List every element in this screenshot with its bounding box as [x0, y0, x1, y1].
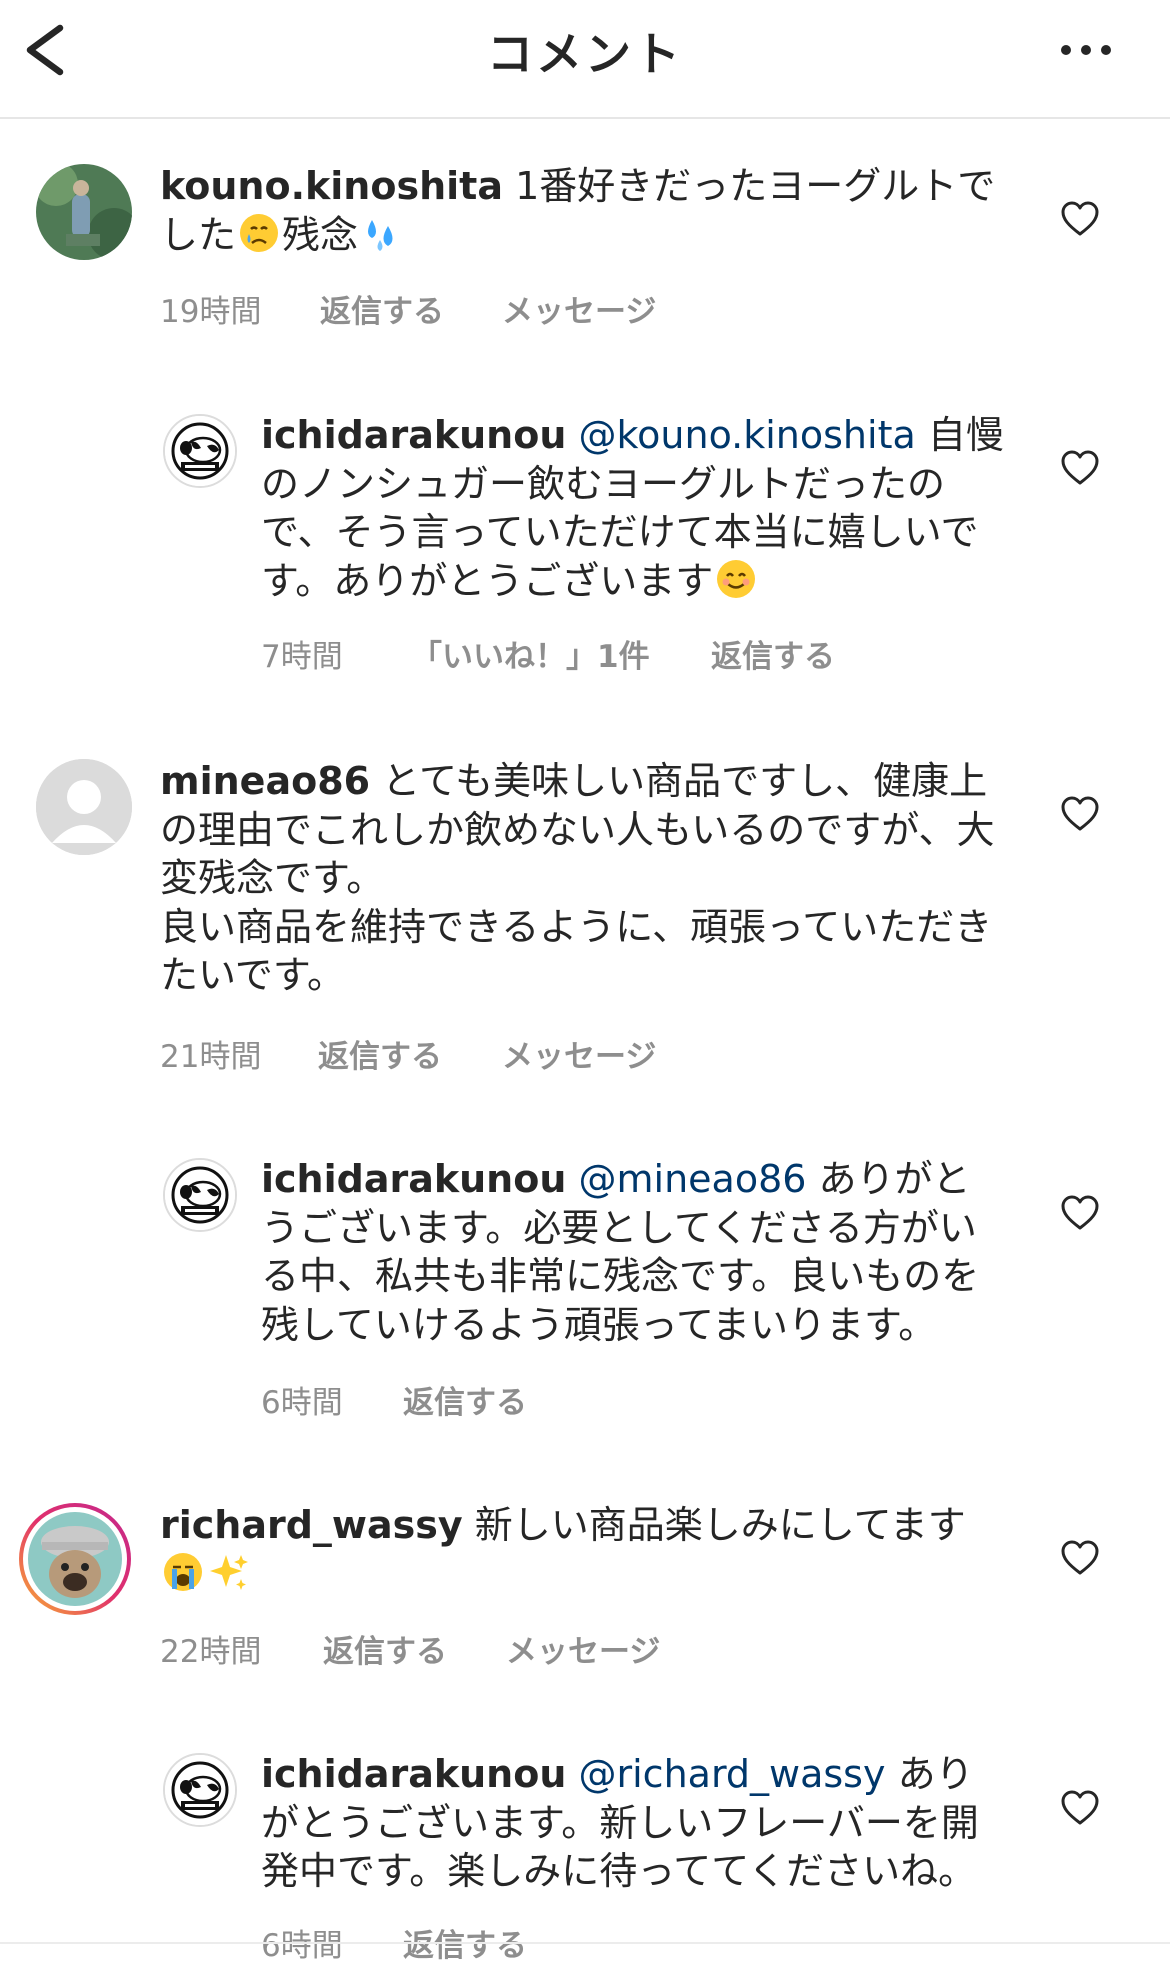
avatar[interactable]: [36, 164, 132, 260]
comment-text: ichidarakunou @richard_wassy ありがとうございます。…: [261, 1750, 1006, 1896]
message-button[interactable]: メッセージ: [506, 1626, 660, 1671]
top-bar: コメント: [0, 0, 1170, 119]
reply-button[interactable]: 返信する: [323, 1626, 447, 1671]
comment-time: 19時間: [160, 294, 262, 330]
mention-link[interactable]: @kouno.kinoshita: [579, 413, 916, 457]
reply-button[interactable]: 返信する: [318, 1031, 442, 1076]
more-options-button[interactable]: [1058, 30, 1118, 70]
comment-text: richard_wassy 新しい商品楽しみにしてます: [160, 1501, 1005, 1598]
mention-link[interactable]: @richard_wassy: [579, 1752, 886, 1796]
smiling-face-icon: [717, 559, 756, 598]
avatar[interactable]: [36, 759, 132, 855]
cow-logo-icon: [165, 1755, 235, 1825]
comment-time: 22時間: [160, 1634, 262, 1670]
sparkles-icon: [210, 1554, 248, 1590]
comment-text: ichidarakunou @mineao86 ありがとうございます。必要として…: [261, 1155, 1006, 1349]
comment-username[interactable]: ichidarakunou: [261, 1157, 566, 1201]
comment-time: 6時間: [261, 1385, 343, 1421]
avatar-photo: [36, 164, 132, 260]
crying-face-icon: [240, 213, 279, 252]
heart-icon[interactable]: [1060, 1193, 1100, 1233]
comment-body-2: 良い商品を維持できるように、頑張っていただきたいです。: [160, 904, 993, 998]
reply-button[interactable]: 返信する: [711, 631, 835, 676]
more-horizontal-icon: [1061, 45, 1111, 55]
avatar-story-ring[interactable]: [19, 1503, 131, 1615]
comment-username[interactable]: mineao86: [160, 759, 370, 803]
heart-icon[interactable]: [1060, 1538, 1100, 1578]
message-button[interactable]: メッセージ: [502, 286, 656, 331]
comment-body: 新しい商品楽しみにしてます: [474, 1503, 966, 1547]
comment-text: ichidarakunou @kouno.kinoshita 自慢のノンシュガー…: [261, 411, 1006, 605]
cow-logo-icon: [165, 416, 235, 486]
comment-username[interactable]: ichidarakunou: [261, 413, 566, 457]
comment-username[interactable]: kouno.kinoshita: [160, 164, 503, 208]
loudly-crying-face-icon: [164, 1552, 202, 1591]
likes-count[interactable]: 「いいね！」1件: [411, 631, 650, 676]
comment-body-2: 残念: [282, 212, 359, 257]
heart-icon[interactable]: [1060, 448, 1100, 488]
default-avatar-icon: [36, 759, 132, 855]
reply-button[interactable]: 返信する: [403, 1377, 527, 1422]
avatar[interactable]: [163, 414, 237, 488]
heart-icon[interactable]: [1060, 1788, 1100, 1828]
cow-logo-icon: [165, 1160, 235, 1230]
heart-icon[interactable]: [1060, 794, 1100, 834]
divider: [0, 1942, 1170, 1944]
avatar[interactable]: [163, 1753, 237, 1827]
mention-link[interactable]: @mineao86: [579, 1157, 807, 1201]
avatar[interactable]: [163, 1158, 237, 1232]
comment-time: 21時間: [160, 1039, 262, 1075]
sweat-droplets-icon: [368, 219, 393, 251]
comment-time: 7時間: [261, 639, 343, 675]
comment-username[interactable]: richard_wassy: [160, 1503, 463, 1547]
comment-text: mineao86 とても美味しい商品ですし、健康上の理由でこれしか飲めない人もい…: [160, 757, 1005, 1000]
dog-avatar-photo: [28, 1512, 122, 1606]
heart-icon[interactable]: [1060, 199, 1100, 239]
comment-text: kouno.kinoshita 1番好きだったヨーグルトでした 残念: [160, 162, 1005, 259]
message-button[interactable]: メッセージ: [502, 1031, 656, 1076]
comment-username[interactable]: ichidarakunou: [261, 1752, 566, 1796]
page-title: コメント: [487, 27, 683, 81]
reply-button[interactable]: 返信する: [320, 286, 444, 331]
